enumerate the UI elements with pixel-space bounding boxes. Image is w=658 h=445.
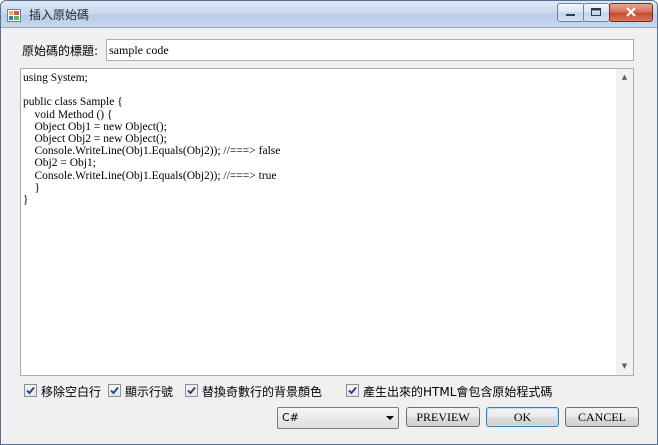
checkbox-include-source[interactable] bbox=[346, 384, 359, 397]
code-text[interactable]: using System; public class Sample { void… bbox=[23, 72, 615, 372]
checkbox-remove-blank-lines[interactable] bbox=[24, 384, 37, 397]
option-label: 產生出來的HTML會包含原始程式碼 bbox=[363, 385, 553, 399]
maximize-button[interactable] bbox=[583, 3, 610, 22]
window-title: 插入原始碼 bbox=[29, 8, 90, 22]
language-select-value: C# bbox=[282, 411, 299, 424]
option-label: 顯示行號 bbox=[125, 385, 174, 399]
title-input[interactable] bbox=[106, 39, 634, 61]
checkmark-icon bbox=[110, 386, 119, 395]
minimize-button[interactable] bbox=[557, 3, 585, 22]
app-icon bbox=[7, 7, 21, 22]
checkmark-icon bbox=[348, 386, 357, 395]
ok-button[interactable]: OK bbox=[486, 407, 559, 427]
chevron-down-icon bbox=[386, 416, 394, 420]
language-select[interactable]: C# bbox=[277, 407, 399, 429]
minimize-icon bbox=[566, 14, 575, 16]
scroll-up-icon[interactable]: ▲ bbox=[616, 69, 633, 86]
title-field-label: 原始碼的標題: bbox=[22, 44, 99, 58]
scroll-down-icon[interactable]: ▼ bbox=[616, 358, 633, 375]
cancel-button[interactable]: CANCEL bbox=[565, 407, 639, 427]
title-bar[interactable]: 插入原始碼 bbox=[1, 1, 657, 28]
vertical-scrollbar[interactable]: ▲ ▼ bbox=[616, 69, 633, 375]
dialog-window: 插入原始碼 原始碼的標題: using System; public class… bbox=[0, 0, 658, 445]
preview-button[interactable]: PREVIEW bbox=[406, 407, 480, 427]
option-label: 替換奇數行的背景顏色 bbox=[202, 385, 323, 399]
maximize-icon bbox=[591, 8, 601, 16]
checkbox-show-line-numbers[interactable] bbox=[108, 384, 121, 397]
checkbox-alternate-row-color[interactable] bbox=[185, 384, 198, 397]
code-editor[interactable]: using System; public class Sample { void… bbox=[20, 68, 634, 376]
option-label: 移除空白行 bbox=[41, 385, 102, 399]
checkmark-icon bbox=[187, 386, 196, 395]
close-button[interactable] bbox=[609, 3, 653, 22]
close-icon bbox=[626, 7, 636, 17]
checkmark-icon bbox=[26, 386, 35, 395]
